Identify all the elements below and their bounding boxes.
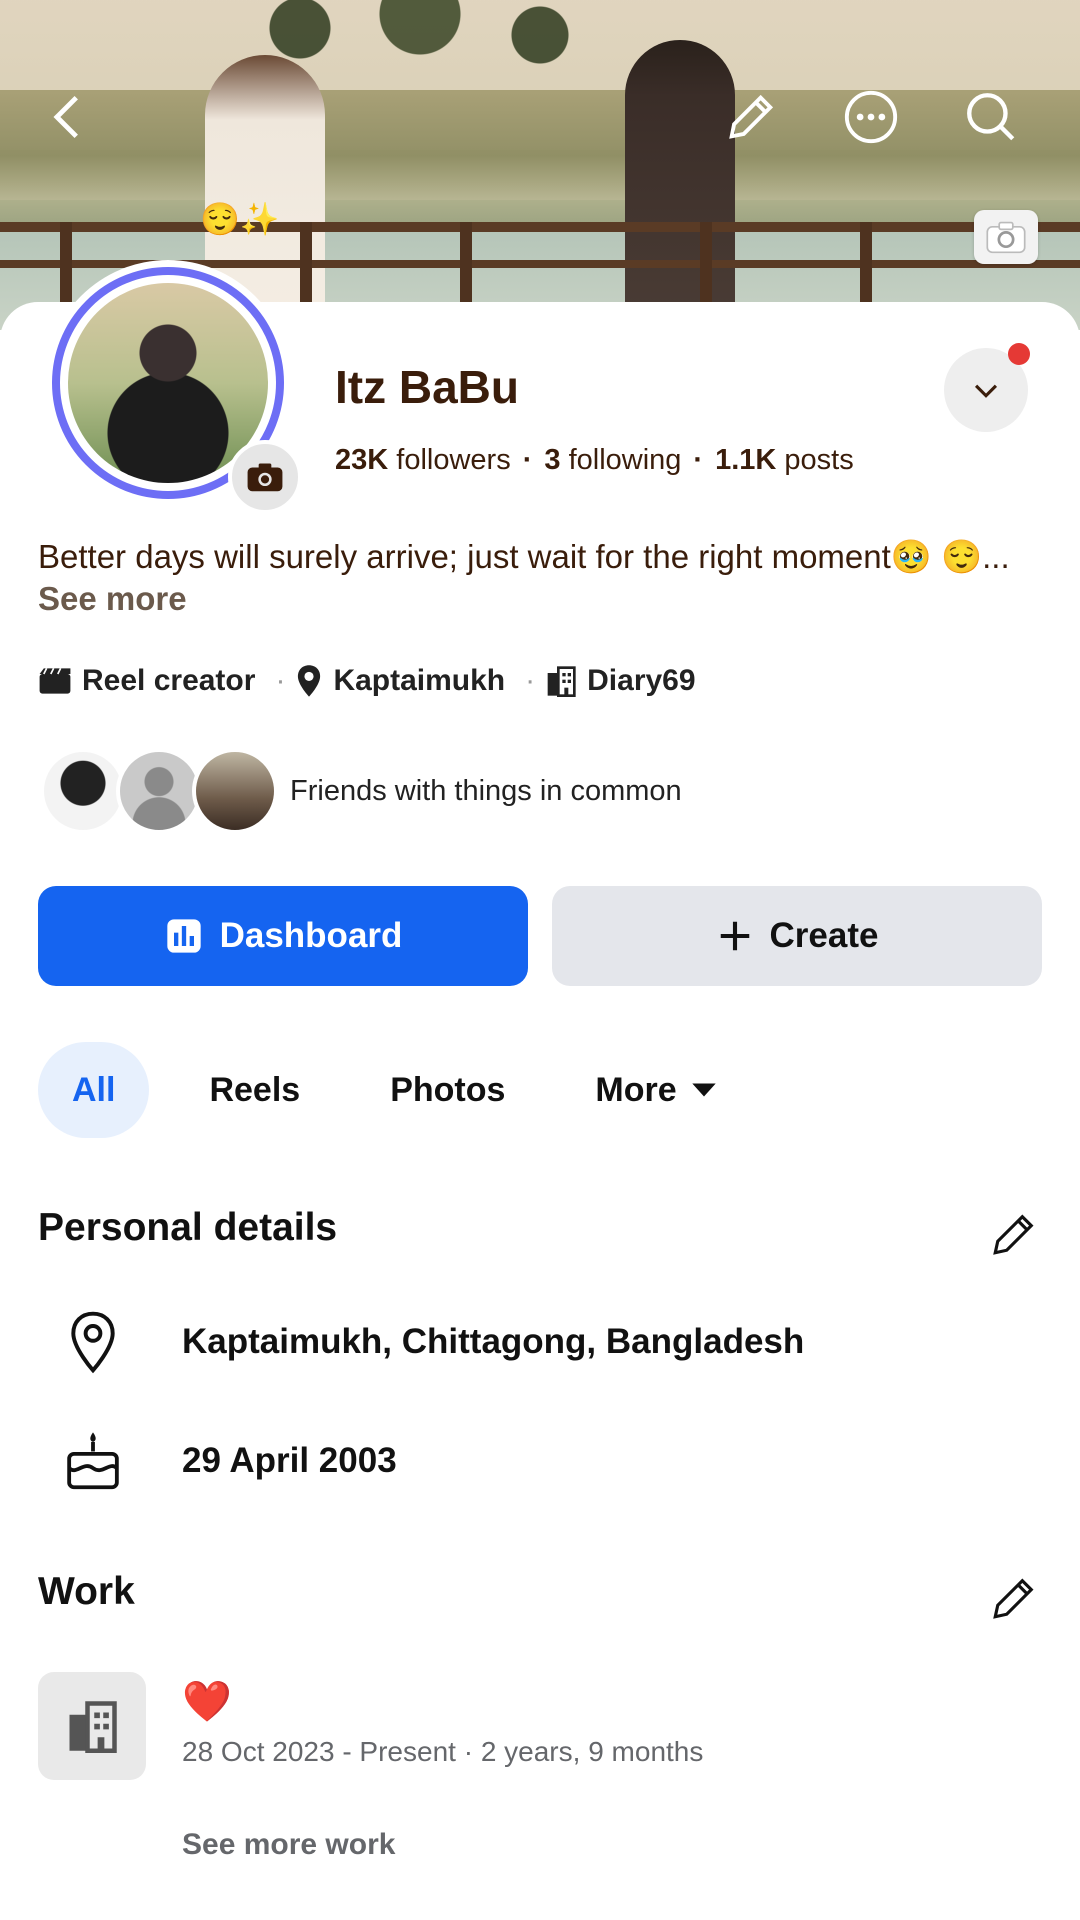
- work-dates: 28 Oct 2023 - Present · 2 years, 9 month…: [182, 1736, 704, 1767]
- location-row: Kaptaimukh, Chittagong, Bangladesh: [58, 1310, 804, 1374]
- pencil-icon: [729, 94, 774, 139]
- tab-reels[interactable]: Reels: [179, 1042, 330, 1138]
- more-options-button[interactable]: [836, 82, 906, 152]
- pencil-icon: [993, 1214, 1034, 1255]
- profile-meta: Reel creator · Kaptaimukh · Diary69: [38, 664, 706, 698]
- edit-avatar-button[interactable]: [228, 440, 302, 514]
- profile-stats: 23K followers · 3 following · 1.1K posts: [335, 444, 854, 476]
- posts-stat[interactable]: 1.1K posts: [715, 444, 854, 476]
- camera-icon: [247, 463, 283, 492]
- pencil-icon: [993, 1578, 1034, 1619]
- meta-reel-creator[interactable]: Reel creator: [38, 664, 255, 698]
- friends-in-common-label: Friends with things in common: [290, 774, 682, 807]
- profile-bio: Better days will surely arrive; just wai…: [38, 536, 1038, 620]
- mutual-friends-row[interactable]: Friends with things in common: [40, 748, 682, 834]
- edit-personal-details-button[interactable]: [986, 1206, 1042, 1262]
- meta-location[interactable]: Kaptaimukh: [295, 664, 505, 698]
- caret-down-icon: [691, 1083, 716, 1097]
- location-text: Kaptaimukh, Chittagong, Bangladesh: [182, 1322, 805, 1361]
- birthday-text: 29 April 2003: [182, 1441, 397, 1480]
- location-pin-icon: [71, 1311, 115, 1374]
- personal-details-title: Personal details: [38, 1206, 338, 1249]
- workplace-thumbnail[interactable]: [38, 1672, 146, 1780]
- tab-photos[interactable]: Photos: [360, 1042, 535, 1138]
- content-tabs: All Reels Photos More: [38, 1042, 777, 1138]
- tab-all[interactable]: All: [38, 1042, 150, 1138]
- search-icon: [967, 93, 1015, 141]
- create-button[interactable]: Create: [552, 886, 1042, 986]
- following-stat[interactable]: 3 following: [544, 444, 681, 476]
- friend-avatar: [40, 748, 126, 834]
- chevron-down-icon: [974, 384, 998, 398]
- birthday-row: 29 April 2003: [58, 1430, 397, 1492]
- dashboard-button[interactable]: Dashboard: [38, 886, 528, 986]
- birthday-cake-icon: [67, 1432, 119, 1490]
- back-button[interactable]: [34, 82, 104, 152]
- notification-dot: [1008, 343, 1030, 365]
- profile-name: Itz BaBu: [335, 361, 519, 413]
- friend-avatar: [192, 748, 278, 834]
- work-entry-title[interactable]: ❤️: [182, 1678, 232, 1725]
- work-title: Work: [38, 1570, 135, 1613]
- friend-avatar: [116, 748, 202, 834]
- search-button[interactable]: [956, 82, 1026, 152]
- edit-work-button[interactable]: [986, 1570, 1042, 1626]
- building-icon: [69, 1701, 117, 1753]
- bio-text: Better days will surely arrive; just wai…: [38, 538, 1010, 575]
- followers-stat[interactable]: 23K followers: [335, 444, 511, 476]
- clapperboard-icon: [39, 668, 71, 694]
- location-pin-icon: [298, 665, 321, 697]
- plus-icon: [720, 921, 749, 951]
- more-dots-icon: [844, 90, 898, 144]
- tab-more[interactable]: More: [565, 1042, 746, 1138]
- bio-see-more-link[interactable]: See more: [38, 580, 187, 617]
- edit-profile-button[interactable]: [716, 82, 786, 152]
- see-more-work-link[interactable]: See more work: [182, 1828, 395, 1862]
- bar-chart-icon: [166, 919, 201, 953]
- camera-icon: [986, 221, 1026, 254]
- edit-cover-photo-button[interactable]: [974, 210, 1038, 264]
- chevron-left-icon: [53, 95, 78, 139]
- meta-workplace[interactable]: Diary69: [545, 664, 696, 698]
- building-icon: [547, 666, 576, 697]
- cover-emoji: 😌✨: [200, 201, 280, 237]
